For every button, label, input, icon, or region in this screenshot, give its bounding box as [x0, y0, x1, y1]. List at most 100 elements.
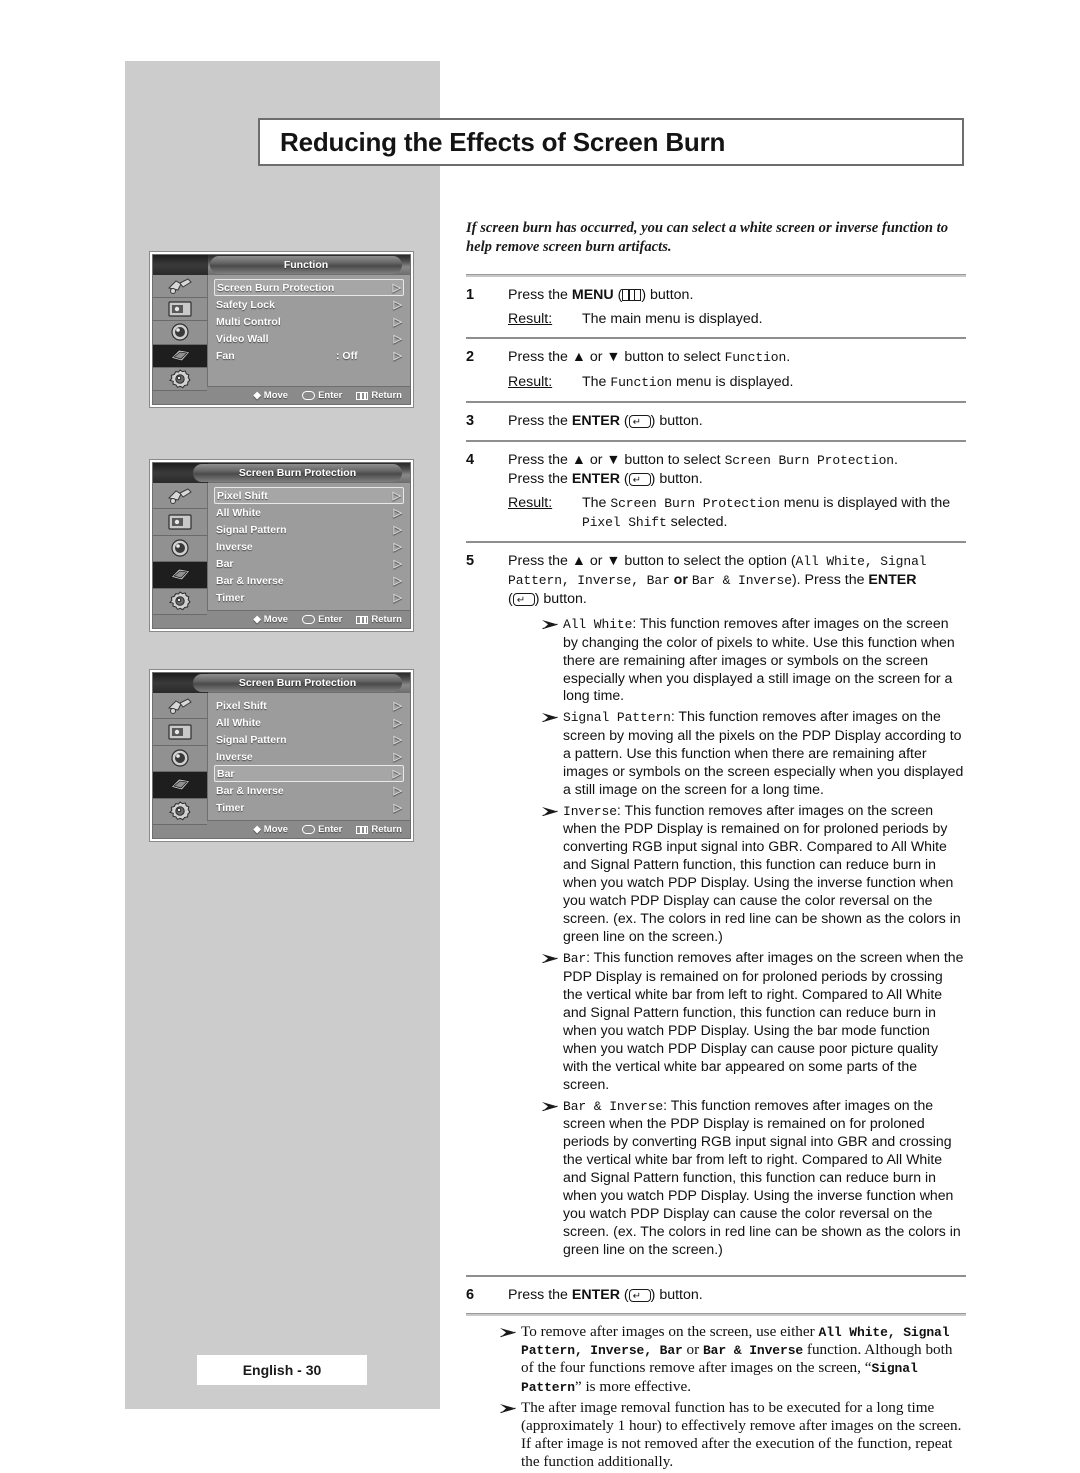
osd-rail-sound-icon[interactable] [153, 535, 207, 563]
enter-button-label: ENTER [571, 470, 620, 487]
enter-button-label: ENTER [868, 571, 917, 588]
osd-menu-item[interactable]: All White ▷ [214, 504, 404, 521]
osd-rail-input-source-icon[interactable] [153, 275, 207, 299]
chevron-right-icon: ▷ [393, 785, 402, 797]
osd-menu-item[interactable]: Bar & Inverse ▷ [214, 572, 404, 589]
osd-rail-function-chip-icon[interactable] [153, 344, 207, 368]
chevron-right-icon: ▷ [392, 490, 401, 502]
instructions-column: If screen burn has occurred, you can sel… [466, 219, 966, 1473]
chevron-right-icon: ▷ [393, 558, 402, 570]
result-line: Result: The Screen Burn Protection menu … [508, 494, 966, 532]
end-note: The after image removal function has to … [466, 1399, 966, 1471]
bullet-text: Inverse: This function removes after ima… [563, 802, 966, 946]
osd-rail-function-chip-icon[interactable] [153, 772, 207, 799]
osd-menu-item[interactable]: All White ▷ [214, 714, 404, 731]
step-text-post: button. [655, 413, 703, 430]
osd-rail-sound-icon[interactable] [153, 321, 207, 345]
osd-rail-input-source-icon[interactable] [153, 483, 207, 510]
step-text-pre: Press the ▲ or ▼ button to select [508, 349, 725, 366]
osd-rail-setup-gear-icon[interactable] [153, 588, 207, 615]
osd-rail-setup-gear-icon[interactable] [153, 798, 207, 825]
chevron-right-icon: ▷ [393, 717, 402, 729]
osd-menu-item[interactable]: Signal Pattern ▷ [214, 731, 404, 748]
chevron-right-icon: ▷ [392, 282, 401, 294]
chevron-right-icon: ▷ [393, 802, 402, 814]
osd-menu-item[interactable]: Video Wall ▷ [214, 330, 404, 347]
bullet-arrow-icon [508, 708, 563, 798]
result-label: Result: [508, 374, 553, 391]
osd-menu-item[interactable]: Multi Control ▷ [214, 313, 404, 330]
osd-menu-item[interactable]: Timer ▷ [214, 589, 404, 606]
osd-menu-item-label: Fan [216, 349, 235, 362]
option-desc: : This function removes after images on … [563, 949, 964, 1092]
osd-screenshot-sbp-pixelshift: Screen Burn Protection Pixel Shift ▷ All W… [150, 460, 413, 631]
osd-rail-setup-gear-icon[interactable] [153, 367, 207, 391]
result-line: Result: The Function menu is displayed. [508, 373, 966, 392]
bullet-arrow-icon [508, 615, 563, 705]
osd-title: Screen Burn Protection [193, 464, 402, 482]
osd-menu-item[interactable]: Bar & Inverse ▷ [214, 782, 404, 799]
osd-menu-item-label: All White [216, 506, 261, 519]
page-footer-label: English - 30 [242, 1362, 322, 1378]
bullet-arrow-icon [466, 1399, 521, 1471]
osd-rail-picture-icon[interactable] [153, 298, 207, 322]
option-desc: : This function removes after images on … [563, 1096, 961, 1257]
step-text-pre: Press the [508, 286, 572, 303]
osd-menu-item[interactable]: Fan: Off ▷ [214, 347, 404, 364]
enter-key-icon: ↵ [628, 1288, 651, 1302]
option-term: Bar & Inverse [563, 1098, 664, 1114]
chevron-right-icon: ▷ [393, 541, 402, 553]
osd-menu-item[interactable]: Signal Pattern ▷ [214, 521, 404, 538]
osd-menu-item-label: Signal Pattern [216, 733, 287, 746]
osd-menu-item-label: Screen Burn Protection [217, 281, 335, 294]
chevron-right-icon: ▷ [393, 333, 402, 345]
bullet-text: Bar & Inverse: This function removes aft… [563, 1097, 966, 1259]
bullet-text: To remove after images on the screen, us… [521, 1323, 953, 1395]
option-term: All White [563, 617, 633, 632]
osd-menu-item-label: Signal Pattern [216, 523, 287, 536]
osd-menu-item[interactable]: Timer ▷ [214, 799, 404, 816]
option-term: Bar [563, 951, 587, 967]
option-bar-inverse: Bar & Inverse [702, 1343, 804, 1359]
step-text-pre: Press the [508, 413, 572, 430]
osd-rail-function-chip-icon[interactable] [153, 562, 207, 589]
option-term: Signal Pattern [563, 710, 671, 726]
bullet-arrow-icon [508, 802, 563, 946]
osd-item-list: Pixel Shift ▷ All White ▷ Signal Pattern ▷ Inv… [208, 483, 410, 610]
osd-body: Screen Burn Protection ▷ Safety Lock ▷ Multi… [153, 275, 410, 391]
chevron-right-icon: ▷ [393, 316, 402, 328]
osd-menu-item[interactable]: Safety Lock ▷ [214, 296, 404, 313]
osd-menu-item-label: Bar & Inverse [216, 574, 284, 587]
osd-rail-input-source-icon[interactable] [153, 693, 207, 720]
osd-enter-hint: Enter [302, 824, 342, 835]
osd-menu-item[interactable]: Inverse ▷ [214, 748, 404, 765]
osd-move-hint: ◆ Move [253, 824, 289, 835]
step-1: 1 Press the MENU () button. Result: The … [466, 277, 966, 338]
document-page: Reducing the Effects of Screen Burn Func… [0, 0, 1080, 1473]
menu-name-function: Function [724, 350, 787, 366]
step-2: 2 Press the ▲ or ▼ button to select Func… [466, 339, 966, 401]
osd-rail-sound-icon[interactable] [153, 745, 207, 773]
osd-rail-picture-icon[interactable] [153, 509, 207, 536]
option-description-list: All White : This function removes after i… [508, 608, 966, 1266]
osd-menu-item[interactable]: Inverse ▷ [214, 538, 404, 555]
bullet-arrow-icon [508, 1097, 563, 1259]
osd-move-hint: ◆ Move [253, 614, 289, 625]
result-text: The main menu is displayed. [582, 310, 763, 327]
step-body: Press the ENTER (↵) button. [508, 1286, 703, 1303]
osd-menu-item[interactable]: Bar ▷ [214, 765, 404, 782]
chevron-right-icon: ▷ [393, 700, 402, 712]
osd-menu-item[interactable]: Bar ▷ [214, 555, 404, 572]
osd-rail-picture-icon[interactable] [153, 719, 207, 746]
osd-menu-item[interactable]: Screen Burn Protection ▷ [214, 279, 404, 296]
step-number: 3 [466, 413, 475, 430]
osd-menu-item[interactable]: Pixel Shift ▷ [214, 487, 404, 504]
bullet-text: All White: This function removes after i… [563, 615, 966, 705]
osd-menu-item[interactable]: Pixel Shift ▷ [214, 697, 404, 714]
osd-icon-rail [153, 693, 208, 825]
step-3: 3 Press the ENTER (↵) button. [466, 403, 966, 439]
bullet-text: The after image removal function has to … [521, 1398, 962, 1470]
result-text: The Function menu is displayed. [582, 374, 794, 391]
osd-title: Function [210, 256, 402, 274]
osd-menu-item-label: Bar & Inverse [216, 784, 284, 797]
